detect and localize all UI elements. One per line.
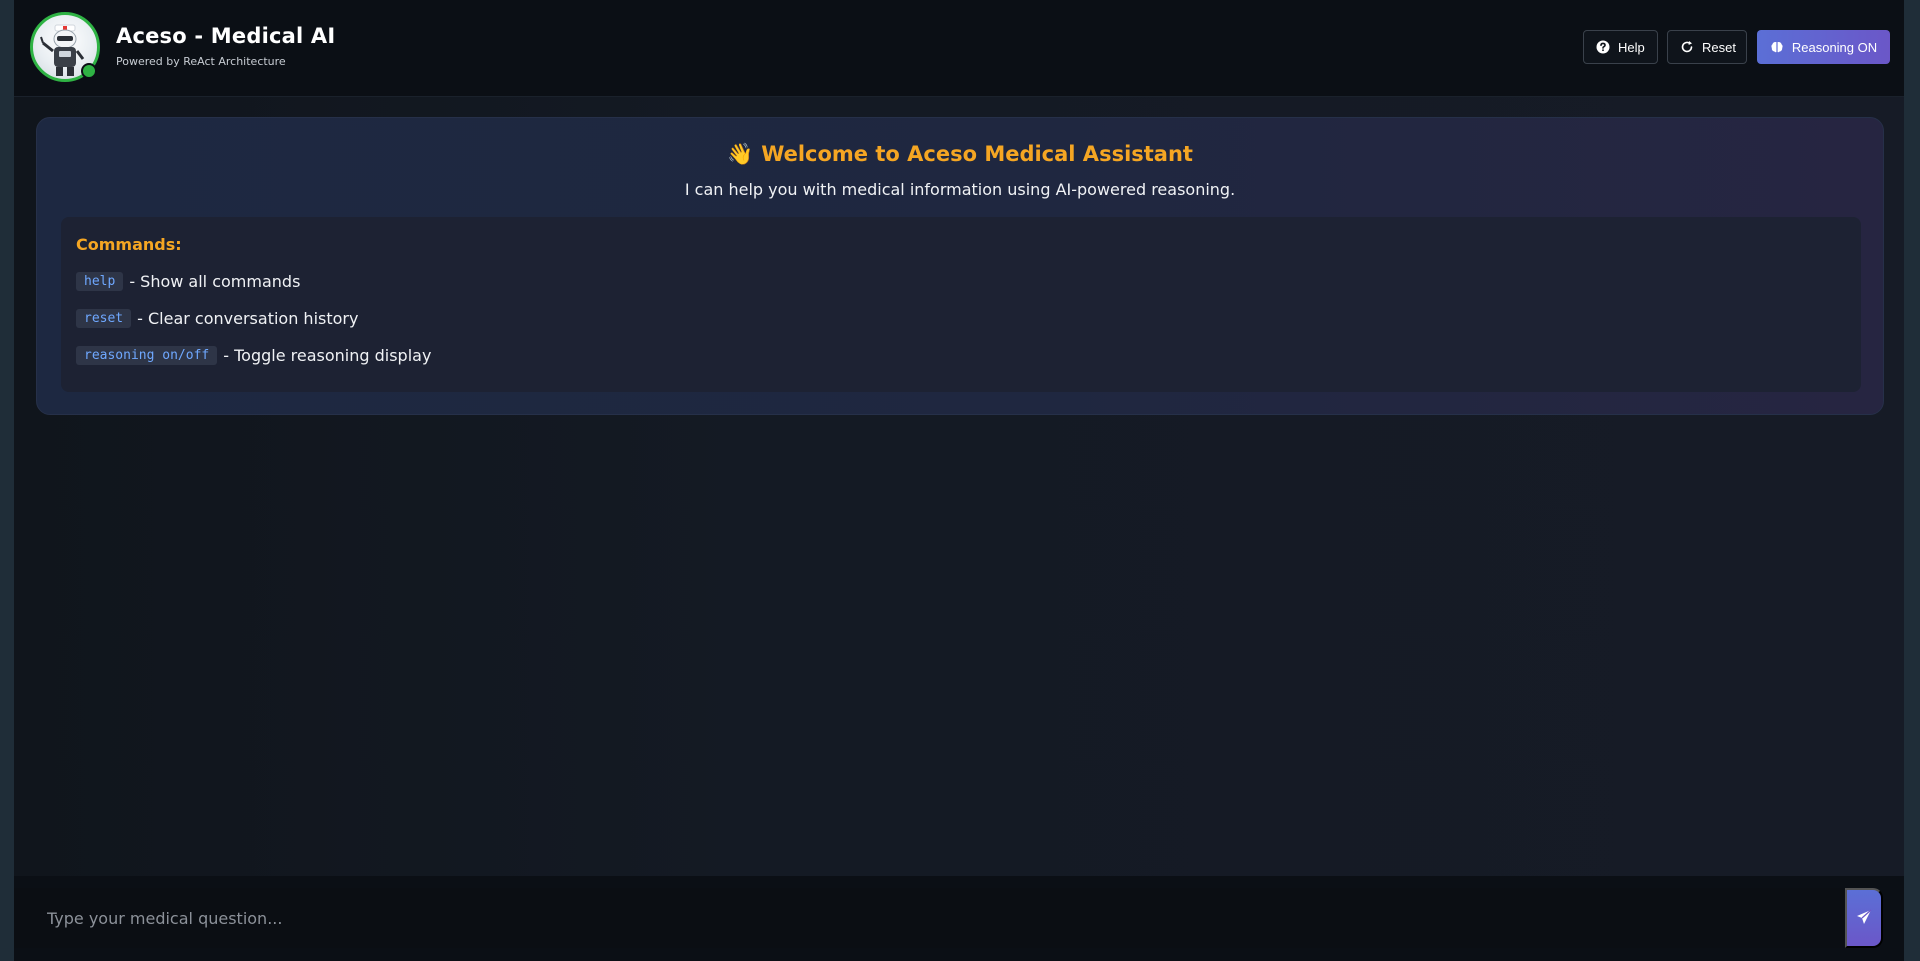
welcome-title-text: Welcome to Aceso Medical Assistant xyxy=(761,142,1193,166)
brain-icon xyxy=(1770,40,1784,54)
welcome-card: 👋 Welcome to Aceso Medical Assistant I ca… xyxy=(36,117,1884,415)
message-input[interactable] xyxy=(14,888,1844,948)
command-item: help - Show all commands xyxy=(76,272,300,291)
commands-title: Commands: xyxy=(76,235,182,254)
welcome-subtitle: I can help you with medical information … xyxy=(684,180,1236,199)
app-title: Aceso - Medical AI xyxy=(116,24,336,48)
command-description: - Clear conversation history xyxy=(137,309,359,328)
app-subtitle: Powered by ReAct Architecture xyxy=(116,55,286,68)
command-code: reset xyxy=(76,309,132,328)
command-code: reasoning on/off xyxy=(76,346,218,365)
message-input-bar xyxy=(14,876,1904,961)
waving-hand-icon: 👋 xyxy=(727,142,754,166)
send-button[interactable] xyxy=(1845,888,1883,948)
command-item: reasoning on/off - Toggle reasoning disp… xyxy=(76,346,431,365)
command-code: help xyxy=(76,272,124,291)
commands-panel: Commands: help - Show all commands reset… xyxy=(61,217,1861,392)
command-description: - Toggle reasoning display xyxy=(223,346,432,365)
window-edge-left xyxy=(0,0,14,961)
command-item: reset - Clear conversation history xyxy=(76,309,358,328)
reasoning-toggle-button[interactable]: Reasoning ON xyxy=(1757,30,1890,64)
help-button[interactable]: Help xyxy=(1583,30,1658,64)
reasoning-button-label: Reasoning ON xyxy=(1791,39,1878,55)
reset-button[interactable]: Reset xyxy=(1667,30,1747,64)
window-edge-right xyxy=(1904,0,1920,961)
reset-button-label: Reset xyxy=(1702,39,1736,55)
question-circle-icon xyxy=(1596,40,1610,54)
command-description: - Show all commands xyxy=(129,272,301,291)
app-header: Aceso - Medical AI Powered by ReAct Arch… xyxy=(14,0,1904,97)
help-button-label: Help xyxy=(1618,39,1645,55)
welcome-title: 👋 Welcome to Aceso Medical Assistant xyxy=(37,142,1883,167)
refresh-icon xyxy=(1680,40,1694,54)
online-status-dot xyxy=(81,63,97,79)
paper-plane-icon xyxy=(1856,909,1872,928)
